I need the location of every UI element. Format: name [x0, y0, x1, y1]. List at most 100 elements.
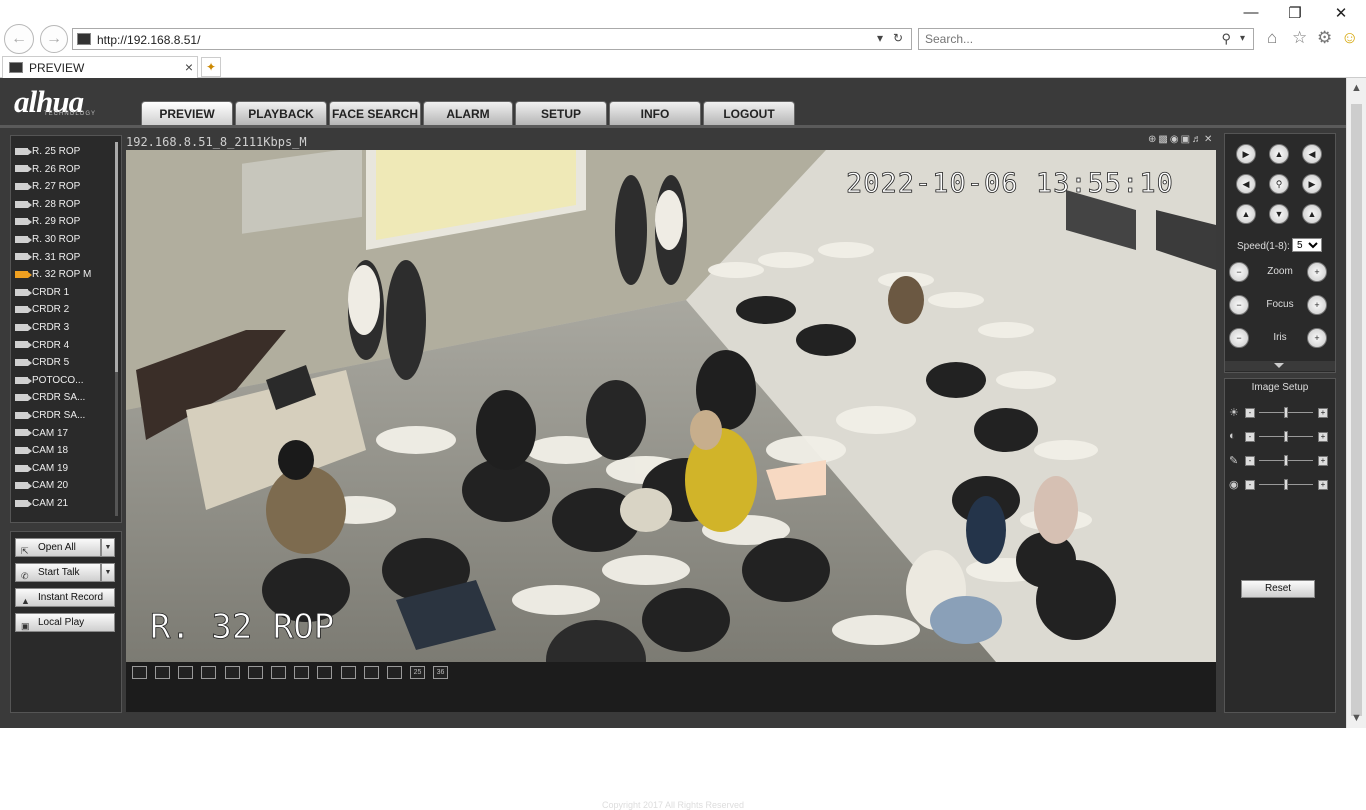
- search-box[interactable]: ⚲ ▾: [918, 28, 1254, 50]
- channel-item[interactable]: CAM 17: [15, 425, 115, 442]
- channel-item[interactable]: POTOCO...: [15, 372, 115, 389]
- start-talk-dropdown[interactable]: ▼: [101, 563, 115, 582]
- channel-item[interactable]: R. 25 ROP: [15, 143, 115, 160]
- back-button[interactable]: ←: [4, 24, 34, 54]
- channel-item[interactable]: R. 26 ROP: [15, 161, 115, 178]
- close-window-button[interactable]: ✕: [1326, 4, 1356, 24]
- channel-item[interactable]: CRDR 4: [15, 337, 115, 354]
- camera-capture-icon[interactable]: ◉: [1170, 134, 1181, 145]
- layout-13-button[interactable]: [341, 666, 356, 679]
- layout-9-button[interactable]: [317, 666, 332, 679]
- layout-36-button[interactable]: 36: [433, 666, 448, 679]
- search-input[interactable]: [925, 31, 1215, 47]
- channel-item[interactable]: CAM 20: [15, 477, 115, 494]
- forward-button[interactable]: →: [40, 25, 68, 53]
- instant-record-button[interactable]: ▲ Instant Record: [15, 588, 115, 607]
- zoom-in-button[interactable]: +: [1307, 262, 1327, 282]
- ptz-up-button[interactable]: ▲: [1269, 144, 1289, 164]
- channel-item[interactable]: CAM 18: [15, 442, 115, 459]
- home-icon[interactable]: ⌂: [1267, 28, 1277, 48]
- layout-wide-button[interactable]: [201, 666, 216, 679]
- tab-preview[interactable]: PREVIEW: [141, 101, 233, 125]
- layout-fit-button[interactable]: [178, 666, 193, 679]
- feedback-smiley-icon[interactable]: ☺: [1341, 28, 1358, 48]
- address-dropdown-icon[interactable]: ▾: [877, 31, 883, 45]
- live-video-view[interactable]: 2022-10-06 13:55:10 R. 32 ROP: [126, 150, 1216, 662]
- tab-info[interactable]: INFO: [609, 101, 701, 125]
- ptz-down-left-button[interactable]: ▶: [1236, 144, 1256, 164]
- speed-select[interactable]: 5: [1292, 238, 1322, 252]
- saturation-plus[interactable]: +: [1318, 456, 1328, 466]
- channel-item[interactable]: R. 29 ROP: [15, 213, 115, 230]
- channel-item[interactable]: R. 30 ROP: [15, 231, 115, 248]
- channel-item[interactable]: CAM 21: [15, 495, 115, 512]
- channel-item[interactable]: CRDR 5: [15, 354, 115, 371]
- tab-logout[interactable]: LOGOUT: [703, 101, 795, 125]
- contrast-knob[interactable]: [1284, 431, 1288, 442]
- search-dropdown-icon[interactable]: ▾: [1240, 33, 1245, 44]
- ptz-down-left-diag-button[interactable]: ▲: [1236, 204, 1256, 224]
- ptz-center-zoom-button[interactable]: ⚲: [1269, 174, 1289, 194]
- channel-item[interactable]: R. 28 ROP: [15, 196, 115, 213]
- settings-gear-icon[interactable]: ⚙: [1317, 28, 1332, 48]
- contrast-plus[interactable]: +: [1318, 432, 1328, 442]
- layout-4-button[interactable]: [248, 666, 263, 679]
- channel-item[interactable]: CRDR 2: [15, 301, 115, 318]
- tab-face-search[interactable]: FACE SEARCH: [329, 101, 421, 125]
- layout-20-button[interactable]: [387, 666, 402, 679]
- browser-tab[interactable]: PREVIEW ×: [2, 56, 198, 78]
- minimize-button[interactable]: —: [1236, 4, 1266, 24]
- ptz-up-right-button[interactable]: ◀: [1302, 144, 1322, 164]
- open-all-button[interactable]: ⇱ Open All: [15, 538, 101, 557]
- iris-plus-button[interactable]: +: [1307, 328, 1327, 348]
- favorites-star-icon[interactable]: ☆: [1292, 28, 1307, 48]
- channel-item[interactable]: CRDR 3: [15, 319, 115, 336]
- tab-alarm[interactable]: ALARM: [423, 101, 513, 125]
- channel-item[interactable]: CRDR 1: [15, 284, 115, 301]
- channel-item[interactable]: R. 31 ROP: [15, 249, 115, 266]
- reset-button[interactable]: Reset: [1241, 580, 1315, 598]
- channel-item[interactable]: CRDR SA...: [15, 407, 115, 424]
- local-play-button[interactable]: ▣ Local Play: [15, 613, 115, 632]
- channel-list-scroll-thumb[interactable]: [115, 142, 118, 372]
- start-talk-button[interactable]: ✆ Start Talk: [15, 563, 101, 582]
- saturation-knob[interactable]: [1284, 455, 1288, 466]
- ptz-collapse-toggle[interactable]: [1225, 361, 1335, 371]
- channel-list-scrollbar[interactable]: [115, 142, 118, 516]
- page-scroll-thumb[interactable]: [1351, 104, 1362, 716]
- new-tab-button[interactable]: ✦: [201, 57, 221, 77]
- channel-item[interactable]: R. 27 ROP: [15, 178, 115, 195]
- hue-knob[interactable]: [1284, 479, 1288, 490]
- snapshot-icon[interactable]: ▩: [1158, 134, 1169, 145]
- address-bar[interactable]: http://192.168.8.51/ ▾ ↻: [72, 28, 912, 50]
- audio-icon[interactable]: ♬: [1192, 134, 1204, 145]
- contrast-minus[interactable]: -: [1245, 432, 1255, 442]
- scroll-up-icon[interactable]: ▲: [1351, 82, 1362, 94]
- layout-original-button[interactable]: [155, 666, 170, 679]
- layout-6-button[interactable]: [271, 666, 286, 679]
- refresh-icon[interactable]: ↻: [893, 31, 903, 45]
- open-all-dropdown[interactable]: ▼: [101, 538, 115, 557]
- hue-plus[interactable]: +: [1318, 480, 1328, 490]
- page-scrollbar[interactable]: ▲ ▼: [1346, 78, 1366, 728]
- record-icon[interactable]: ▣: [1181, 134, 1192, 145]
- ptz-right-button[interactable]: ▶: [1302, 174, 1322, 194]
- layout-16-button[interactable]: [364, 666, 379, 679]
- tab-playback[interactable]: PLAYBACK: [235, 101, 327, 125]
- brightness-knob[interactable]: [1284, 407, 1288, 418]
- tab-setup[interactable]: SETUP: [515, 101, 607, 125]
- layout-1-button[interactable]: [225, 666, 240, 679]
- channel-item[interactable]: CRDR SA...: [15, 389, 115, 406]
- layout-fullscreen-button[interactable]: [132, 666, 147, 679]
- channel-item[interactable]: CAM 19: [15, 460, 115, 477]
- saturation-minus[interactable]: -: [1245, 456, 1255, 466]
- zoom-in-icon[interactable]: ⊕: [1148, 134, 1158, 145]
- focus-plus-button[interactable]: +: [1307, 295, 1327, 315]
- hue-minus[interactable]: -: [1245, 480, 1255, 490]
- channel-item-active[interactable]: R. 32 ROP M: [15, 266, 115, 283]
- layout-8-button[interactable]: [294, 666, 309, 679]
- restore-button[interactable]: ❐: [1280, 4, 1310, 24]
- layout-25-button[interactable]: 25: [410, 666, 425, 679]
- ptz-down-right-button[interactable]: ▲: [1302, 204, 1322, 224]
- scroll-down-icon[interactable]: ▼: [1351, 712, 1362, 724]
